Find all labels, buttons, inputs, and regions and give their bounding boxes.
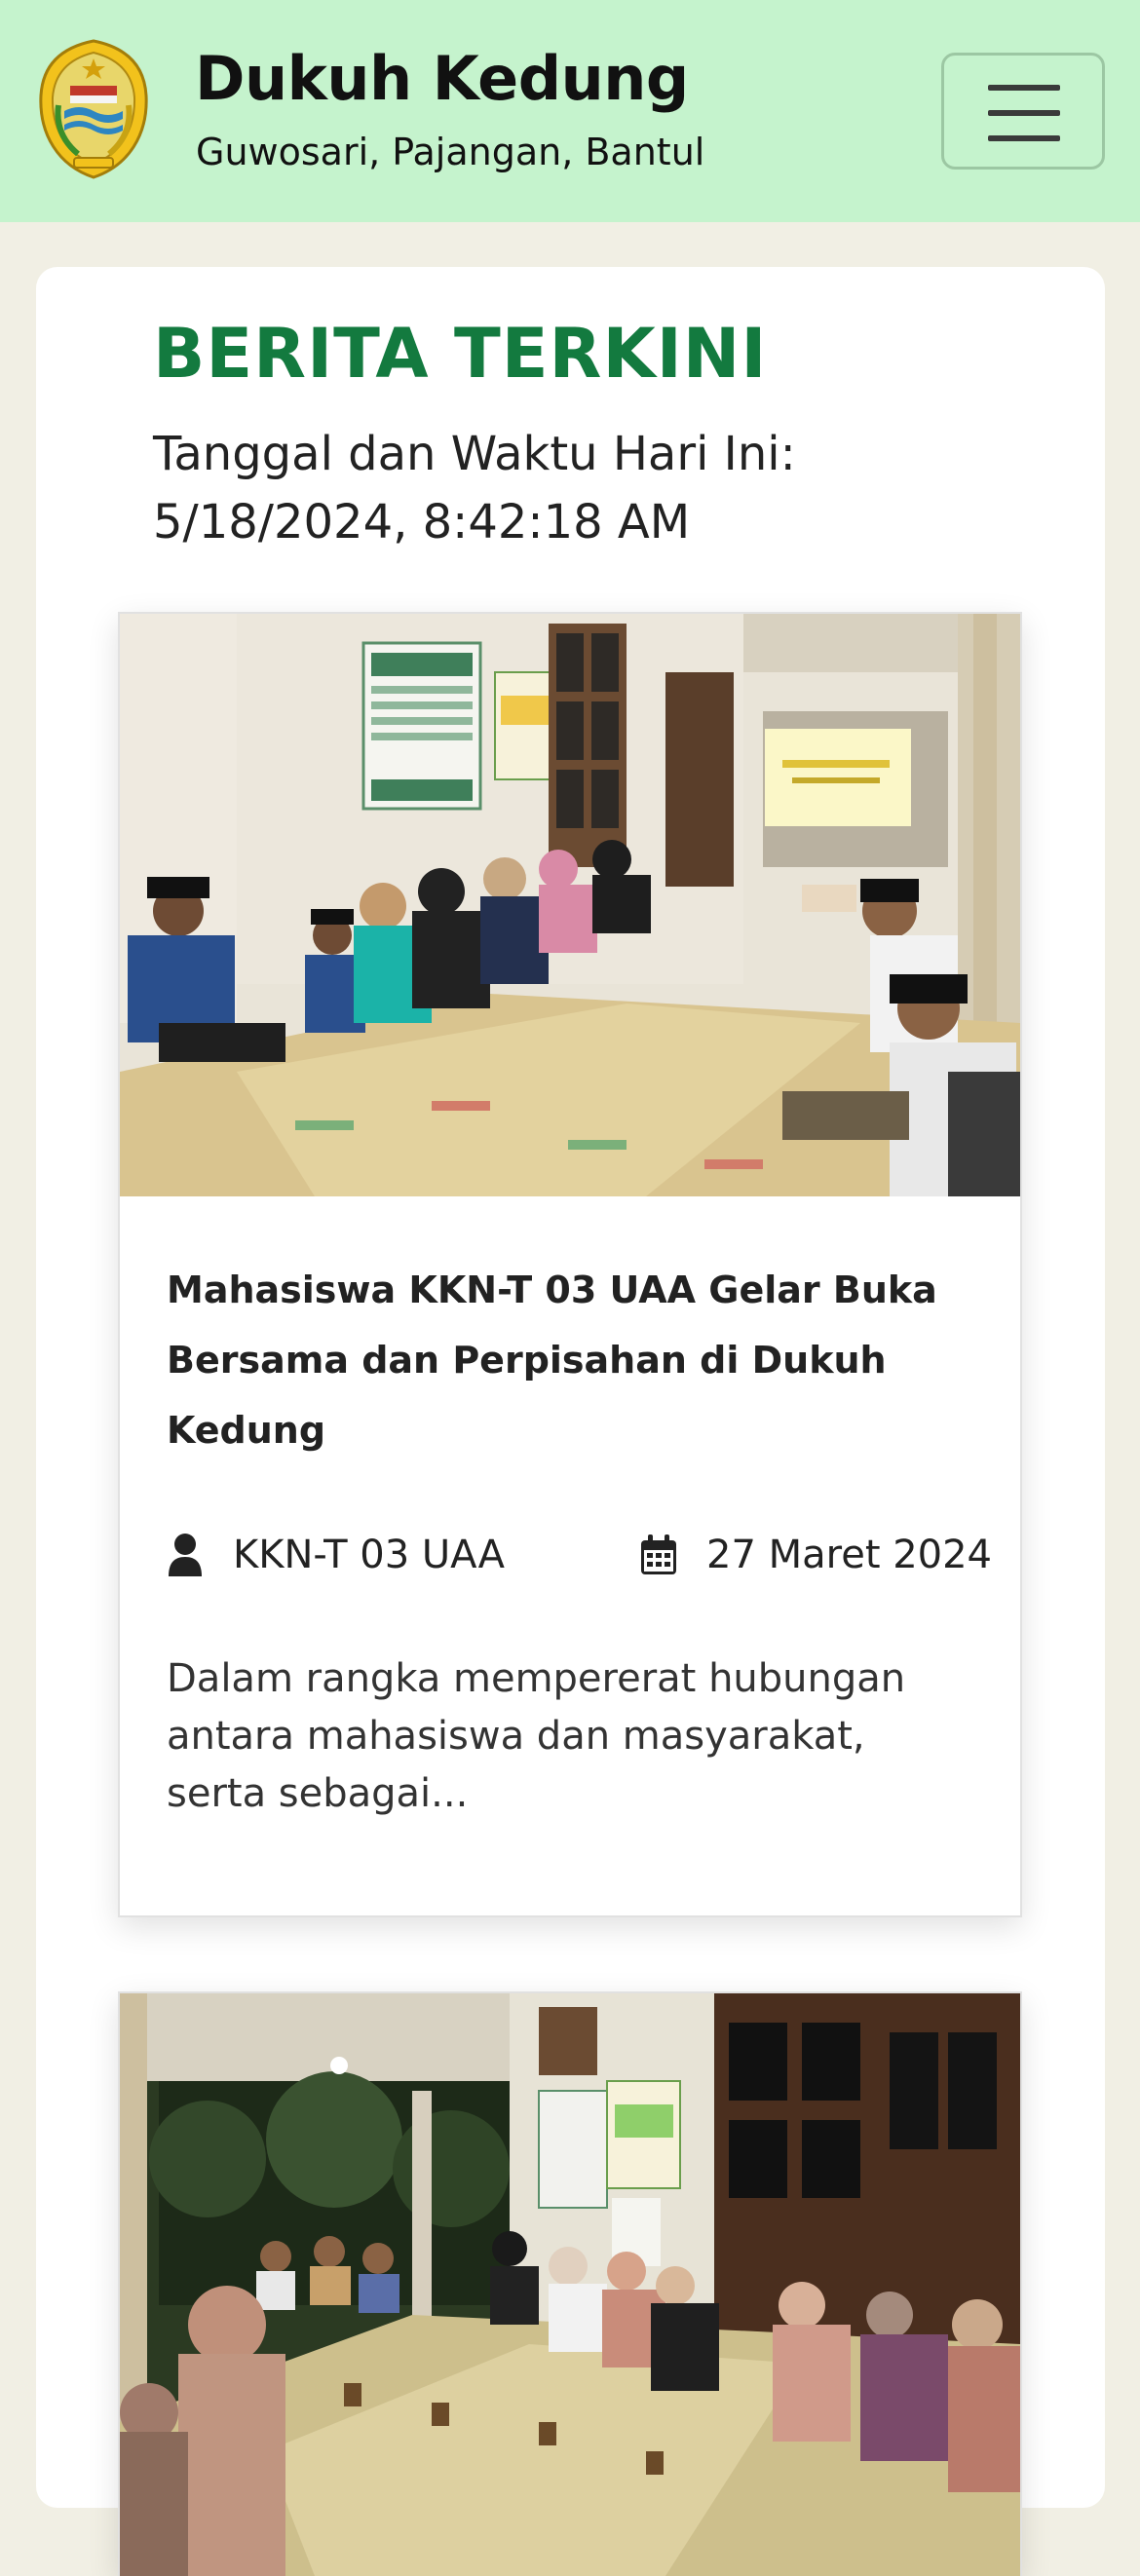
news-card[interactable] [118,1991,1022,2576]
user-icon [169,1534,202,1576]
photo-buka-bersama-icon [120,614,1020,1196]
hamburger-icon [988,85,1060,91]
news-author-name: KKN-T 03 UAA [233,1533,506,1577]
news-excerpt: Dalam rangka mempererat hubungan antara … [167,1656,906,1816]
datetime-label: Tanggal dan Waktu Hari Ini: [153,427,796,481]
site-subtitle: Guwosari, Pajangan, Bantul [196,131,705,173]
news-title[interactable]: Mahasiswa KKN-T 03 UAA Gelar Buka Bersam… [167,1255,946,1465]
section-title: BERITA TERKINI [153,314,768,394]
calendar-icon [641,1534,676,1574]
photo-gathering-icon [120,1993,1020,2576]
site-title[interactable]: Dukuh Kedung [195,43,689,114]
datetime-value: 5/18/2024, 8:42:18 AM [153,495,691,549]
hamburger-icon-bar [988,135,1060,141]
logo[interactable] [35,37,152,181]
menu-toggle-button[interactable] [941,53,1105,170]
news-card[interactable]: Mahasiswa KKN-T 03 UAA Gelar Buka Bersam… [118,612,1022,1917]
news-date-text: 27 Maret 2024 [706,1533,993,1577]
news-container: BERITA TERKINI Tanggal dan Waktu Hari In… [36,267,1105,2576]
navbar: Dukuh Kedung Guwosari, Pajangan, Bantul [0,0,1140,222]
news-date: 27 Maret 2024 [640,1526,992,1584]
bantul-seal-icon [39,39,148,179]
hamburger-icon-bar [988,110,1060,116]
news-author: KKN-T 03 UAA [167,1526,505,1584]
news-image[interactable] [120,614,1020,1196]
news-image[interactable] [120,1993,1020,2576]
